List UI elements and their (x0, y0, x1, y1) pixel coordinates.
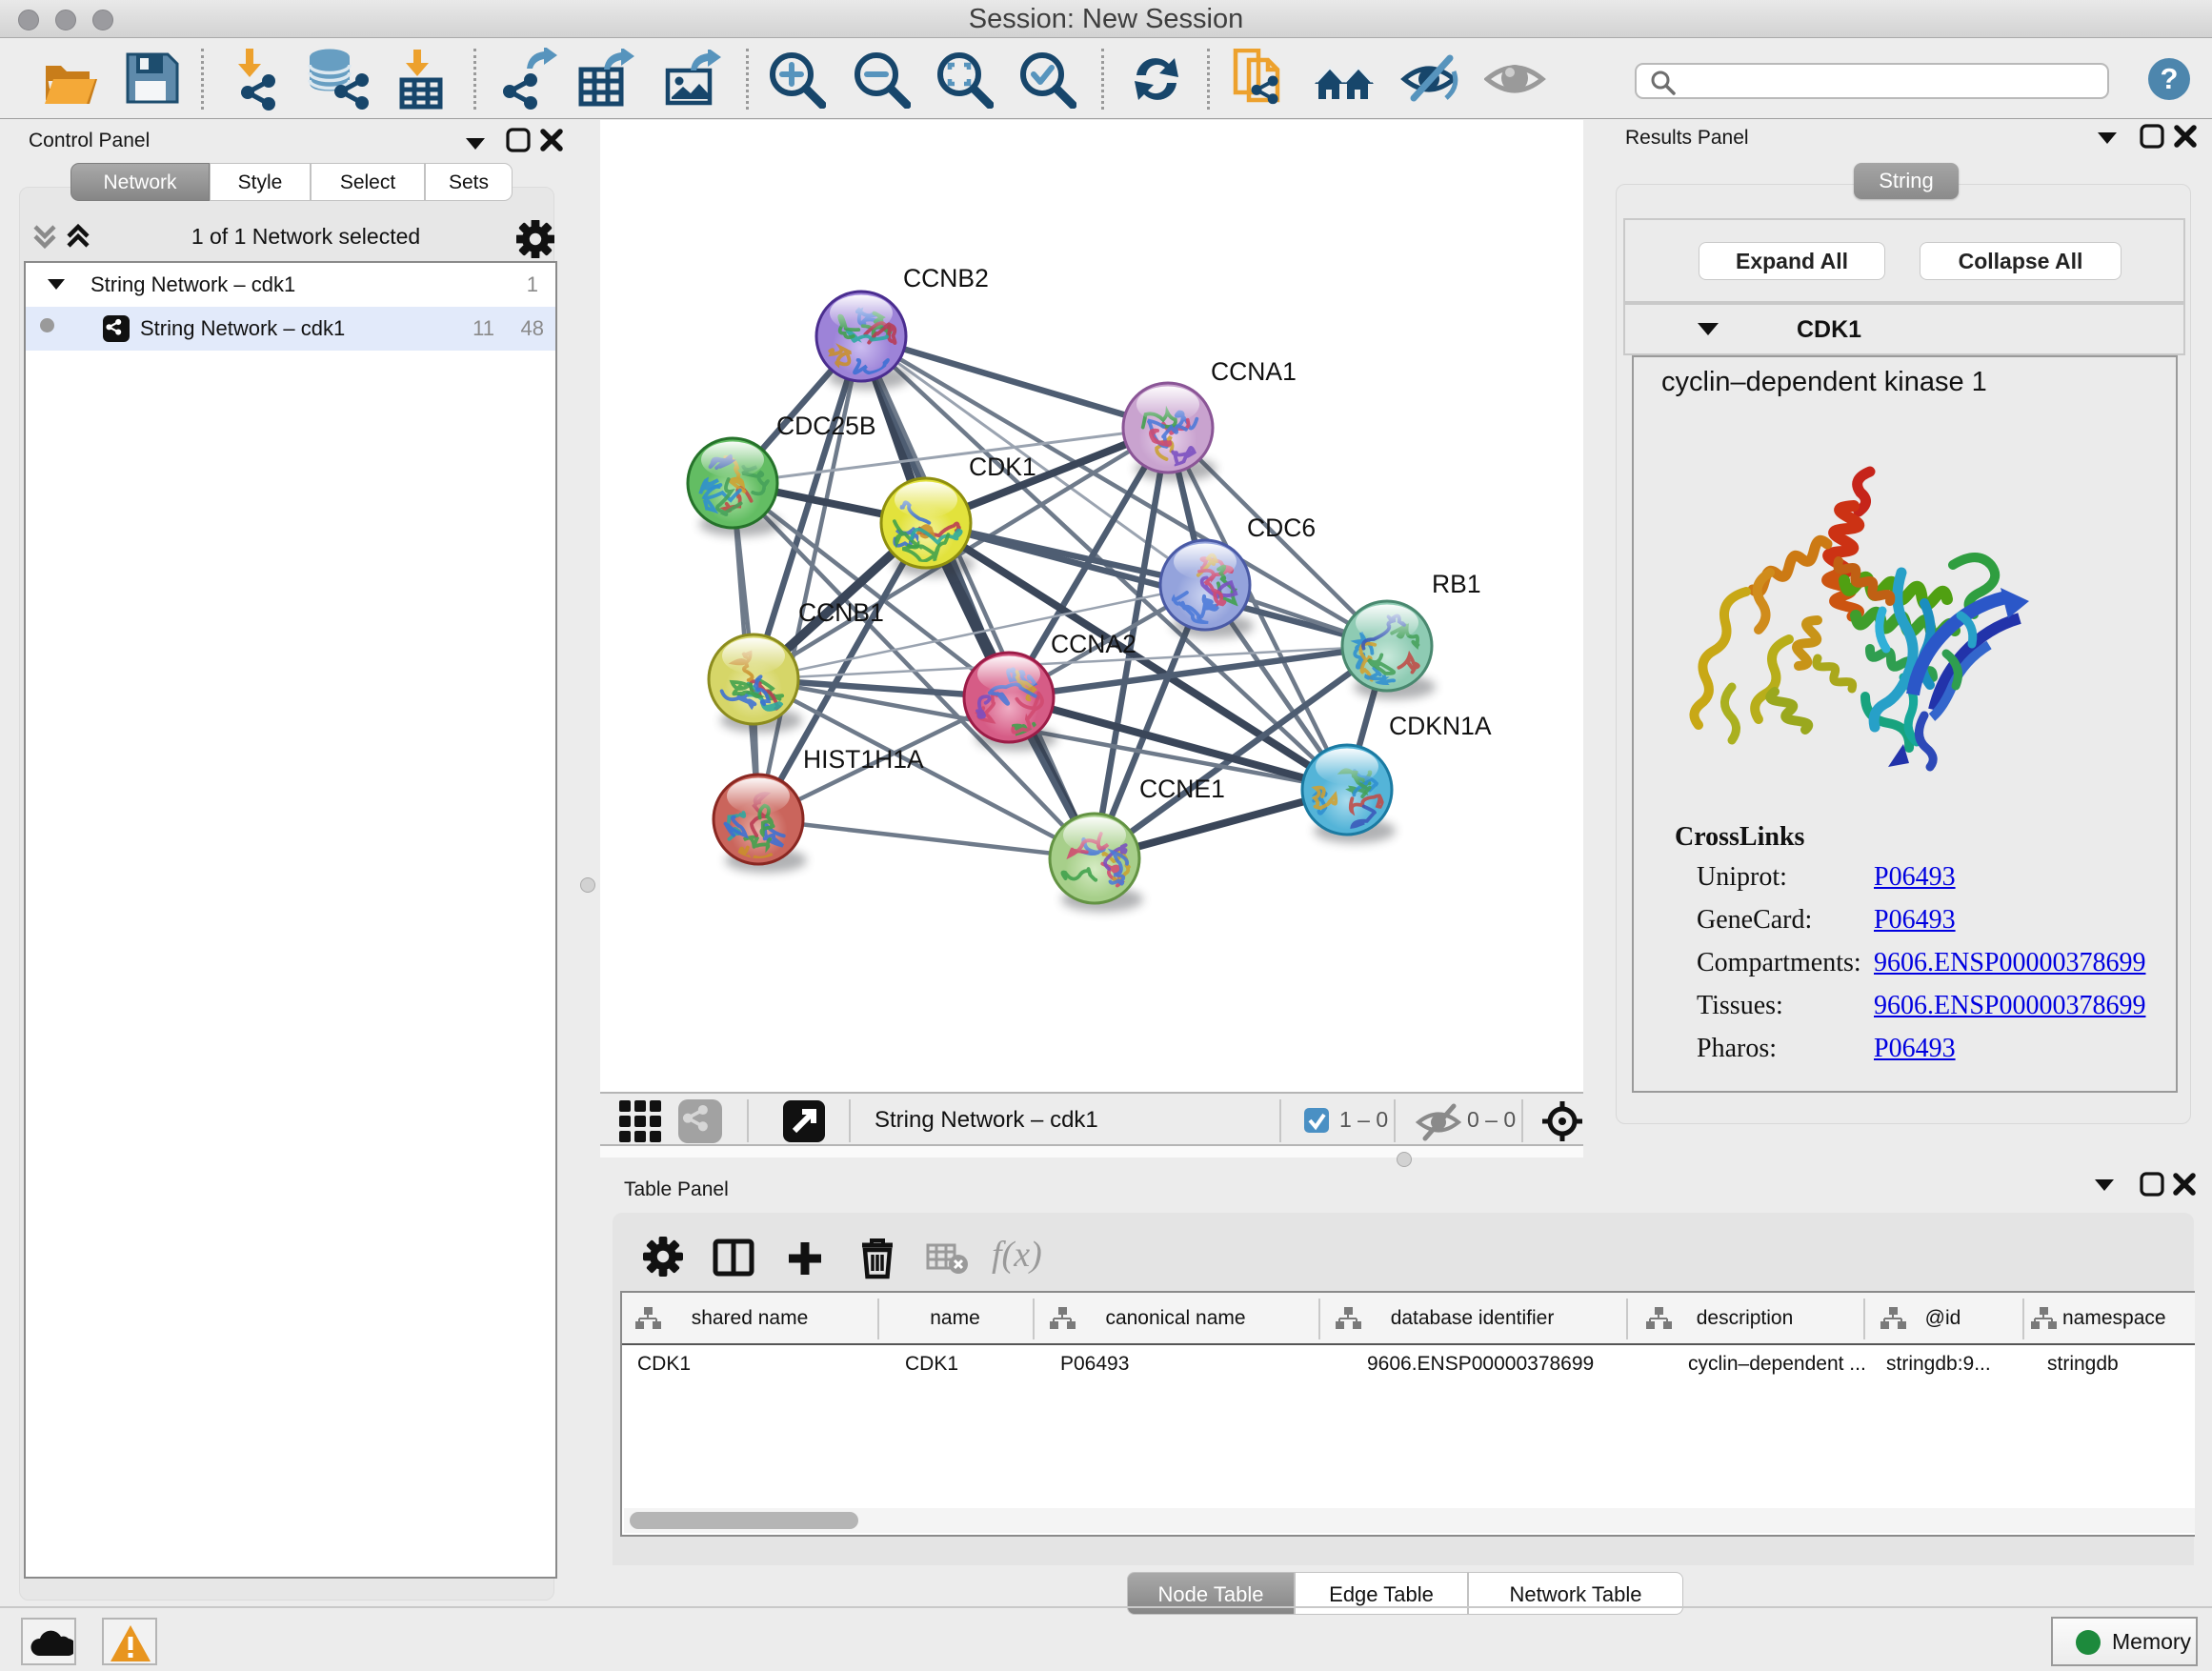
svg-text:CCNA2: CCNA2 (1051, 630, 1136, 658)
svg-text:CDK1: CDK1 (969, 453, 1036, 481)
svg-text:CDKN1A: CDKN1A (1389, 712, 1492, 740)
svg-text:HIST1H1A: HIST1H1A (803, 745, 924, 774)
svg-text:CCNB1: CCNB1 (798, 598, 884, 627)
svg-text:CDC25B: CDC25B (776, 412, 876, 440)
svg-text:?: ? (2161, 62, 2179, 95)
svg-text:CCNB2: CCNB2 (903, 264, 989, 292)
svg-text:CCNE1: CCNE1 (1139, 775, 1225, 803)
svg-text:CDC6: CDC6 (1247, 513, 1316, 542)
svg-text:CCNA1: CCNA1 (1211, 357, 1297, 386)
svg-text:RB1: RB1 (1432, 570, 1481, 598)
